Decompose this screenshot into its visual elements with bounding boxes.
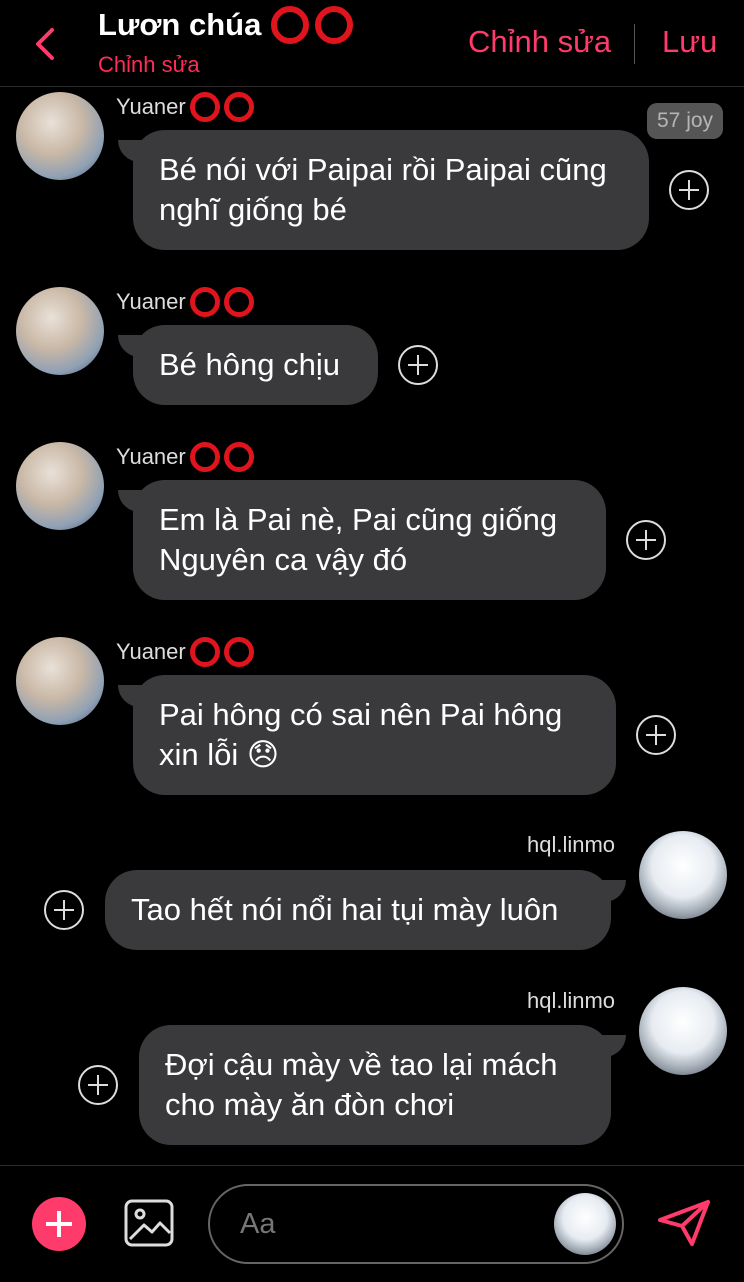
ring-emoji [223, 442, 254, 472]
add-reaction-icon[interactable] [636, 715, 676, 755]
message-bubble[interactable]: Bé nói với Paipai rồi Paipai cũng nghĩ gi… [133, 130, 649, 250]
add-reaction-icon[interactable] [44, 890, 84, 930]
avatar[interactable] [16, 637, 104, 725]
ring-emoji [223, 92, 254, 122]
avatar[interactable] [16, 92, 104, 180]
message-bubble[interactable]: Em là Pai nè, Pai cũng giống Nguyên ca vậ… [133, 480, 606, 600]
input-avatar[interactable] [554, 1193, 616, 1255]
add-reaction-icon[interactable] [669, 170, 709, 210]
joy-count-badge: 57 joy [647, 103, 724, 139]
message-bubble[interactable]: Bé hông chịu [133, 325, 378, 405]
sender-name: hql.linmo [527, 988, 616, 1013]
sender-name: Yuaner [116, 442, 254, 472]
ring-emoji [189, 637, 220, 667]
ring-emoji [223, 637, 254, 667]
avatar[interactable] [16, 287, 104, 375]
double-ring-emoji [271, 6, 354, 44]
avatar[interactable] [16, 442, 104, 530]
edit-button[interactable]: Chỉnh sửa [468, 24, 611, 60]
add-reaction-icon[interactable] [626, 520, 666, 560]
save-button[interactable]: Lưu [662, 24, 717, 60]
ring-emoji [189, 442, 220, 472]
chat-subtitle[interactable]: Chỉnh sửa [98, 52, 353, 78]
send-icon[interactable] [656, 1198, 712, 1248]
sender-name: Yuaner [116, 287, 254, 317]
sender-name: hql.linmo [527, 832, 616, 857]
message-bubble[interactable]: Đợi cậu mày về tao lại mách cho mày ăn đò… [139, 1025, 611, 1145]
chat-title-text: Lươn chúa [98, 7, 262, 42]
header-divider [634, 24, 635, 64]
ring-emoji [189, 92, 220, 122]
avatar[interactable] [639, 987, 727, 1075]
back-chevron-icon[interactable] [30, 26, 60, 62]
chat-title-block[interactable]: Lươn chúa Chỉnh sửa [98, 6, 354, 78]
add-reaction-icon[interactable] [78, 1065, 118, 1105]
sender-name: Yuaner [116, 637, 254, 667]
chat-header: Lươn chúa Chỉnh sửa Chỉnh sửa Lưu [0, 0, 744, 87]
add-attachment-button[interactable] [32, 1197, 86, 1251]
image-gallery-icon[interactable] [124, 1199, 174, 1247]
chat-title: Lươn chúa [98, 6, 354, 44]
add-reaction-icon[interactable] [398, 345, 438, 385]
avatar[interactable] [639, 831, 727, 919]
sender-name: Yuaner [116, 92, 254, 122]
ring-emoji [223, 287, 254, 317]
message-bubble[interactable]: Tao hết nói nổi hai tụi mày luôn [105, 870, 611, 950]
message-bubble[interactable]: Pai hông có sai nên Pai hông xin lỗi 😞 [133, 675, 616, 795]
ring-emoji [189, 287, 220, 317]
